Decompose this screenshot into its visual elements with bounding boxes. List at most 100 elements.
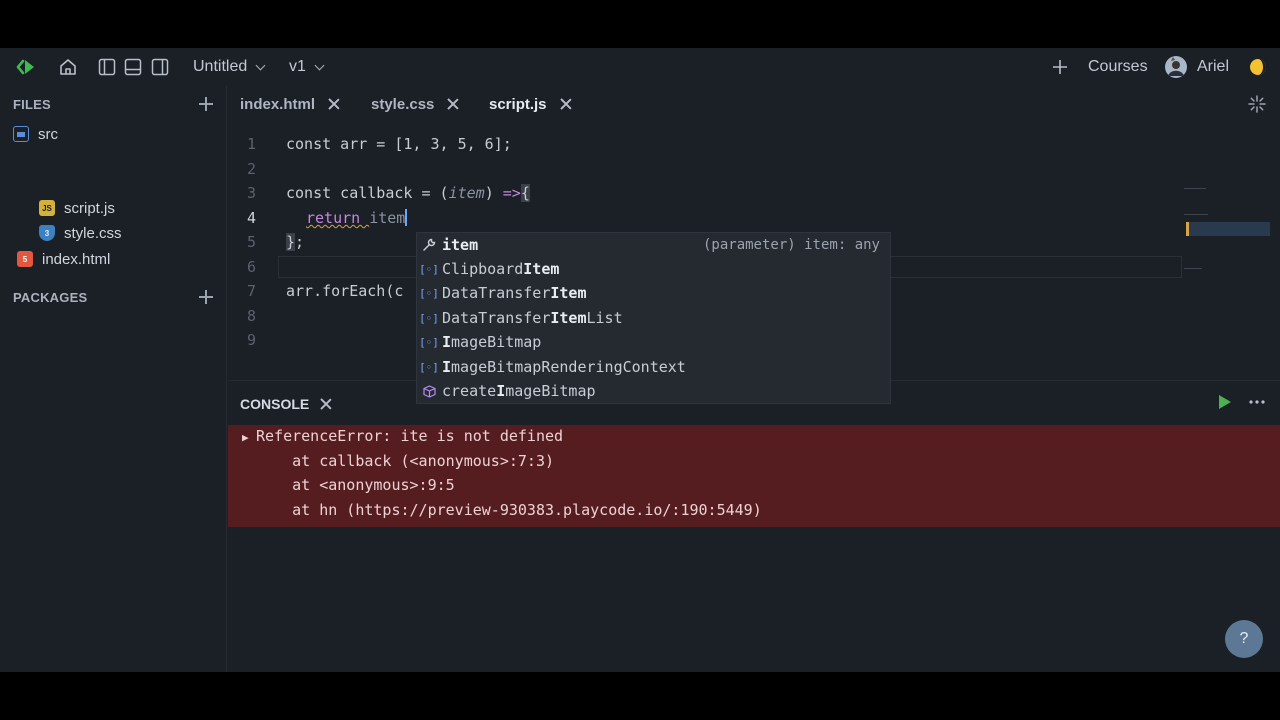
close-icon[interactable]: [561, 99, 571, 109]
tree-item-src[interactable]: src: [13, 123, 58, 145]
tab-script-js[interactable]: script.js: [489, 86, 571, 122]
stack-frame: at <anonymous>:9:5: [256, 476, 455, 494]
toggle-console-icon[interactable]: [124, 48, 142, 86]
line-number: 9: [246, 331, 256, 349]
code-param: item: [448, 184, 485, 202]
packages-header: PACKAGES: [13, 290, 88, 305]
chevron-down-icon: [255, 60, 266, 70]
file-sidebar: FILES src JS script.js 3 style.css 5 ind…: [0, 86, 227, 672]
version-label: v1: [289, 58, 306, 75]
suggestion-detail: (parameter) item: any: [702, 237, 880, 253]
code-token: ;: [295, 233, 305, 251]
editor-tabs: index.html style.css script.js: [228, 86, 1280, 122]
line-number: 8: [246, 307, 256, 325]
css-file-icon: 3: [39, 225, 55, 241]
ide-window: Untitled v1 Courses Ariel FILES src JS s…: [0, 48, 1280, 672]
tree-item-index-html[interactable]: 5 index.html: [17, 248, 110, 270]
tab-label: style.css: [371, 95, 435, 113]
suggestion-item[interactable]: [◦] DataTransfer Item: [417, 281, 890, 305]
autocomplete-popup: item (parameter) item: any [◦] Clipboard…: [416, 232, 891, 404]
suggestion-pre: DataTransfer: [442, 309, 551, 327]
code-token: ): [484, 184, 503, 202]
minimap[interactable]: [1184, 180, 1272, 269]
code-line-3: const callback = (item) =>{: [286, 184, 530, 202]
suggestion-match: item: [442, 236, 479, 254]
suggestion-match: Item: [550, 309, 587, 327]
run-icon[interactable]: [1218, 394, 1232, 415]
suggestion-match: I: [442, 358, 452, 376]
toggle-preview-icon[interactable]: [151, 48, 169, 86]
suggestion-match: I: [496, 382, 506, 400]
tab-index-html[interactable]: index.html: [240, 86, 339, 122]
project-name: Untitled: [193, 58, 248, 75]
tab-label: index.html: [240, 95, 316, 113]
suggestion-item[interactable]: [◦] DataTransfer Item List: [417, 306, 890, 330]
chevron-down-icon: [314, 60, 325, 70]
code-line-5: };: [286, 233, 304, 251]
avatar[interactable]: [1165, 48, 1187, 86]
variable-icon: [◦]: [419, 286, 439, 300]
variable-icon: [◦]: [419, 311, 439, 325]
suggestion-pre: DataTransfer: [442, 284, 551, 302]
project-name-dropdown[interactable]: Untitled: [193, 48, 266, 86]
line-number: 1: [246, 135, 256, 153]
courses-link[interactable]: Courses: [1088, 48, 1148, 86]
add-icon[interactable]: [1052, 48, 1068, 86]
version-dropdown[interactable]: v1: [289, 48, 325, 86]
code-line-7: arr.forEach(c: [286, 282, 404, 300]
suggestion-item[interactable]: [◦] Clipboard Item: [417, 257, 890, 281]
console-title: CONSOLE: [240, 396, 310, 412]
code-brace: {: [520, 184, 530, 202]
tree-item-label: style.css: [64, 224, 122, 242]
help-button[interactable]: ?: [1225, 620, 1263, 658]
more-options-icon[interactable]: [1248, 394, 1266, 415]
suggestion-item[interactable]: [◦] ImageBitmap: [417, 330, 890, 354]
stack-frame: at hn (https://preview-930383.playcode.i…: [256, 501, 762, 519]
add-package-icon[interactable]: [199, 290, 213, 304]
line-number: 6: [246, 258, 256, 276]
suggestion-match: I: [442, 333, 452, 351]
console-error-entry[interactable]: ▶ ReferenceError: ite is not defined at …: [228, 425, 1280, 527]
user-name[interactable]: Ariel: [1197, 48, 1229, 86]
suggestion-pre: create: [442, 382, 497, 400]
tree-item-script-js[interactable]: JS script.js: [39, 197, 115, 219]
console-tab[interactable]: CONSOLE: [240, 393, 331, 415]
home-icon[interactable]: [58, 48, 78, 86]
suggestion-item[interactable]: create ImageBitmap: [417, 379, 890, 403]
code-line-1: const arr = [1, 3, 5, 6];: [286, 135, 512, 153]
suggestion-item[interactable]: [◦] ImageBitmapRenderingContext: [417, 355, 890, 379]
suggestion-item[interactable]: item (parameter) item: any: [417, 233, 890, 257]
folder-icon: [13, 126, 29, 142]
close-icon[interactable]: [448, 99, 458, 109]
toggle-sidebar-icon[interactable]: [98, 48, 116, 86]
line-number: 2: [246, 160, 256, 178]
code-line-4: return item: [306, 209, 408, 227]
theme-toggle-icon[interactable]: [1248, 48, 1268, 86]
stack-frame: at callback (<anonymous>:7:3): [256, 452, 555, 470]
suggestion-pre: Clipboard: [442, 260, 524, 278]
suggestion-match: Item: [550, 284, 587, 302]
line-number: 4: [246, 209, 256, 227]
expand-triangle-icon[interactable]: ▶: [242, 431, 249, 444]
suggestion-post: mageBitmap: [451, 333, 542, 351]
suggestion-post: mageBitmap: [505, 382, 596, 400]
tree-item-style-css[interactable]: 3 style.css: [39, 222, 122, 244]
tree-item-label: src: [38, 125, 58, 143]
tab-label: script.js: [489, 95, 547, 113]
code-token: const callback = (: [286, 184, 449, 202]
code-arrow: =>: [502, 184, 521, 202]
code-keyword: return: [306, 209, 370, 227]
playcode-logo-icon[interactable]: [14, 48, 38, 86]
top-bar: Untitled v1 Courses Ariel: [0, 48, 1280, 86]
tab-style-css[interactable]: style.css: [371, 86, 458, 122]
add-file-icon[interactable]: [199, 97, 213, 111]
console-panel: CONSOLE ▶ ReferenceError: ite is not def…: [228, 380, 1280, 672]
close-icon[interactable]: [321, 399, 331, 409]
variable-icon: [◦]: [419, 360, 439, 374]
files-header: FILES: [13, 97, 51, 112]
close-icon[interactable]: [329, 99, 339, 109]
line-number: 7: [246, 282, 256, 300]
code-brace: }: [286, 233, 296, 251]
sparkle-icon[interactable]: [1248, 95, 1266, 118]
suggestion-post: List: [586, 309, 623, 327]
